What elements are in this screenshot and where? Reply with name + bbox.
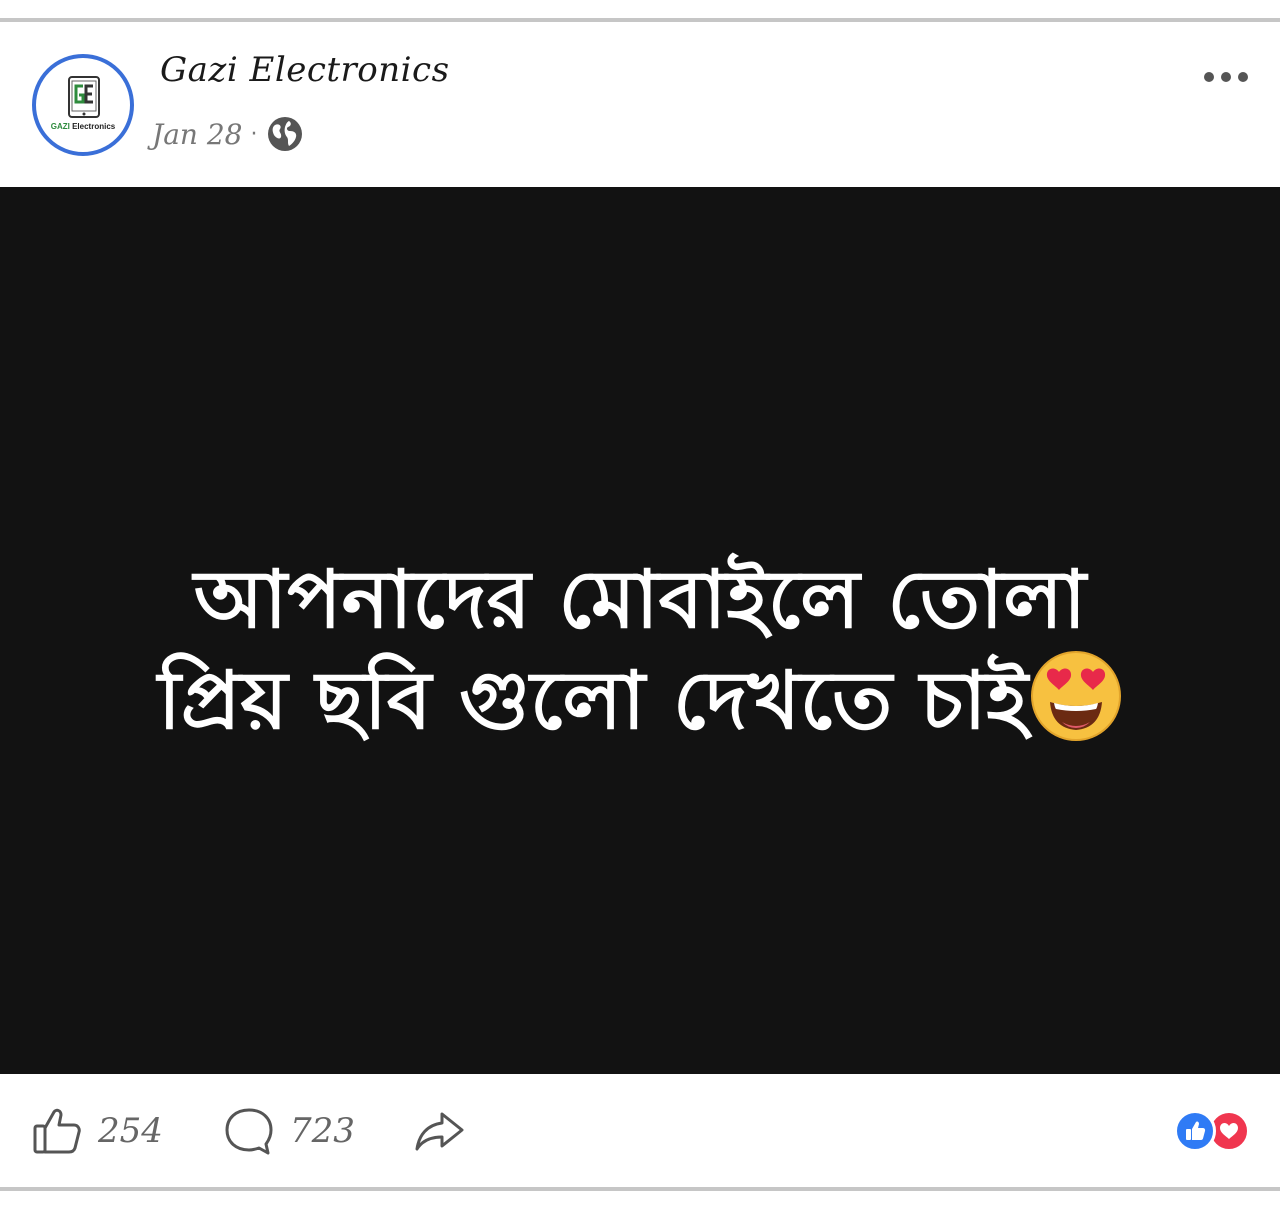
comment-button[interactable]: 723	[222, 1104, 355, 1158]
love-reaction-glyph	[1220, 1123, 1238, 1139]
logo-caption-rest: Electronics	[69, 122, 116, 131]
ge-logo-icon	[68, 76, 100, 118]
post-caption: আপনাদের মোবাইলে তোলা প্রিয় ছবি গুলো দেখ…	[158, 550, 1122, 751]
post-header: GAZI Electronics Gazi Electronics Jan 28…	[0, 22, 1280, 187]
bottom-divider	[0, 1187, 1280, 1191]
post-footer: 254 723	[0, 1074, 1280, 1187]
caption-line-2: প্রিয় ছবি গুলো দেখতে চাই	[158, 650, 1122, 751]
meta-separator: ·	[250, 121, 258, 147]
caption-line-2-text: প্রিয় ছবি গুলো দেখতে চাই	[157, 654, 1029, 747]
comment-bubble-icon	[225, 1108, 273, 1155]
post-meta: Jan 28 ·	[152, 114, 305, 154]
share-arrow-icon	[415, 1112, 464, 1151]
more-options-icon[interactable]	[1200, 68, 1252, 86]
caption-line-1: আপনাদের মোবাইলে তোলা	[193, 553, 1087, 646]
page-logo: GAZI Electronics	[42, 64, 124, 146]
more-dot	[1238, 72, 1248, 82]
comment-count: 723	[290, 1111, 355, 1151]
reactions-summary[interactable]	[1174, 1110, 1250, 1152]
like-button[interactable]: 254	[30, 1104, 163, 1158]
logo-caption: GAZI Electronics	[42, 122, 124, 131]
smiling-face-with-heart-eyes-icon	[1031, 651, 1122, 741]
page-avatar[interactable]: GAZI Electronics	[32, 54, 134, 156]
post-media[interactable]: আপনাদের মোবাইলে তোলা প্রিয় ছবি গুলো দেখ…	[0, 187, 1280, 1074]
like-reaction-icon	[1174, 1110, 1216, 1152]
post-date[interactable]: Jan 28	[152, 118, 242, 151]
share-button[interactable]	[412, 1104, 466, 1158]
logo-caption-brand: GAZI	[50, 122, 70, 131]
more-dot	[1221, 72, 1231, 82]
thumbs-up-icon	[33, 1108, 81, 1154]
more-dot	[1204, 72, 1214, 82]
page-name-link[interactable]: Gazi Electronics	[160, 50, 450, 90]
like-count: 254	[98, 1111, 163, 1151]
globe-icon[interactable]	[265, 114, 305, 154]
like-reaction-glyph	[1186, 1121, 1206, 1140]
